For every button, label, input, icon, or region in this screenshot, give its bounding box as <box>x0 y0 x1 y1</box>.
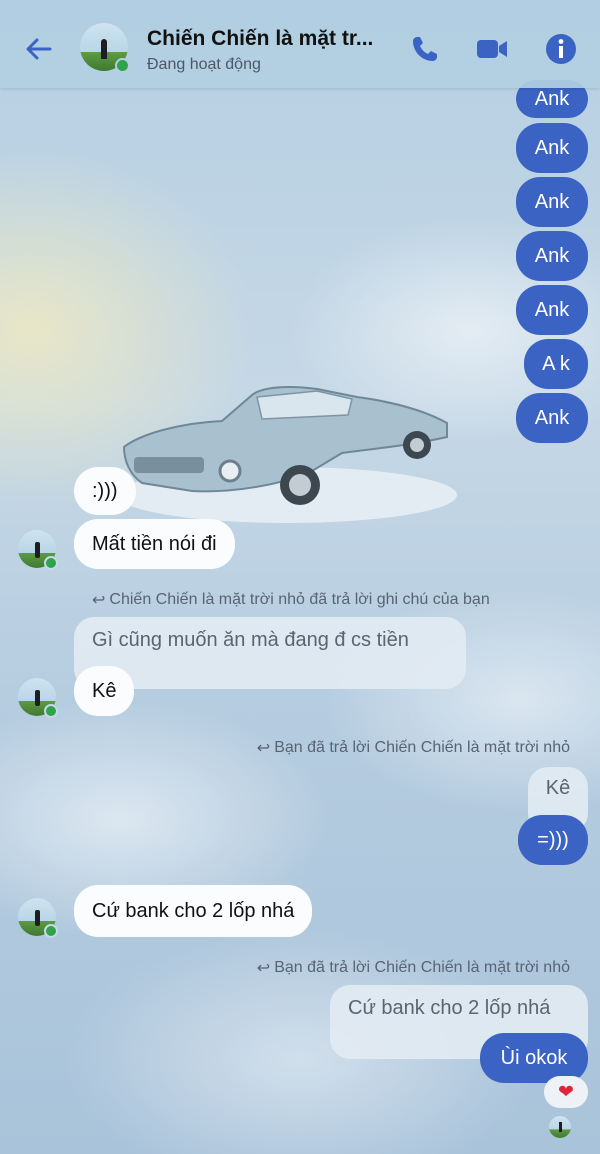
heart-reaction-icon[interactable]: ❤ <box>544 1076 588 1108</box>
online-indicator <box>115 58 130 73</box>
message-bubble-outgoing[interactable]: Ank <box>516 123 588 173</box>
info-icon[interactable] <box>544 32 578 66</box>
chat-header: Chiến Chiến là mặt tr... Đang hoạt động <box>0 0 600 88</box>
contact-avatar-small[interactable] <box>18 678 58 718</box>
contact-avatar[interactable] <box>80 23 130 73</box>
online-indicator <box>44 556 58 570</box>
message-bubble-incoming[interactable]: Kê <box>74 666 135 716</box>
reply-note-text: Bạn đã trả lời Chiến Chiến là mặt trời n… <box>274 959 570 976</box>
contact-status: Đang hoạt động <box>147 56 261 73</box>
avatar-figure <box>35 542 40 558</box>
avatar-figure <box>35 690 40 706</box>
message-bubble-outgoing[interactable]: A k <box>524 339 588 389</box>
reply-arrow-icon: ↩ <box>256 960 271 977</box>
message-bubble-outgoing[interactable]: Ank <box>516 177 588 227</box>
contact-avatar-small[interactable] <box>18 530 58 570</box>
car-wallpaper-image <box>117 386 457 523</box>
contact-avatar-small[interactable] <box>18 898 58 938</box>
seen-avatar <box>549 1116 571 1138</box>
avatar-figure <box>559 1122 562 1132</box>
reply-arrow-icon: ↩ <box>256 740 271 757</box>
reply-arrow-icon: ↩ <box>92 592 106 609</box>
message-bubble-incoming[interactable]: :))) <box>74 467 136 515</box>
quoted-message[interactable]: Gì cũng muốn ăn mà đang đ cs tiền <box>74 617 466 689</box>
reply-note: ↩ Bạn đã trả lời Chiến Chiến là mặt trời… <box>257 738 570 758</box>
back-arrow-icon[interactable] <box>22 32 56 66</box>
reply-note: ↩ Chiến Chiến là mặt trời nhỏ đã trả lời… <box>92 590 490 610</box>
reply-note-text: Bạn đã trả lời Chiến Chiến là mặt trời n… <box>274 739 570 756</box>
online-indicator <box>44 704 58 718</box>
reply-note: ↩ Bạn đã trả lời Chiến Chiến là mặt trời… <box>257 958 570 978</box>
message-bubble-outgoing[interactable]: Ank <box>516 393 588 443</box>
contact-name[interactable]: Chiến Chiến là mặt tr... <box>147 27 373 51</box>
message-bubble-incoming[interactable]: Cứ bank cho 2 lốp nhá <box>74 885 313 937</box>
avatar-figure <box>35 910 40 926</box>
message-bubble-incoming[interactable]: Mất tiền nói đi <box>74 519 235 569</box>
reply-note-text: Chiến Chiến là mặt trời nhỏ đã trả lời g… <box>109 591 490 608</box>
message-bubble-outgoing[interactable]: Ank <box>516 231 588 281</box>
online-indicator <box>44 924 58 938</box>
avatar-figure <box>101 39 107 59</box>
message-bubble-outgoing[interactable]: =))) <box>518 815 588 865</box>
message-bubble-outgoing[interactable]: Ank <box>516 285 588 335</box>
video-camera-icon[interactable] <box>475 32 509 66</box>
phone-icon[interactable] <box>408 32 442 66</box>
